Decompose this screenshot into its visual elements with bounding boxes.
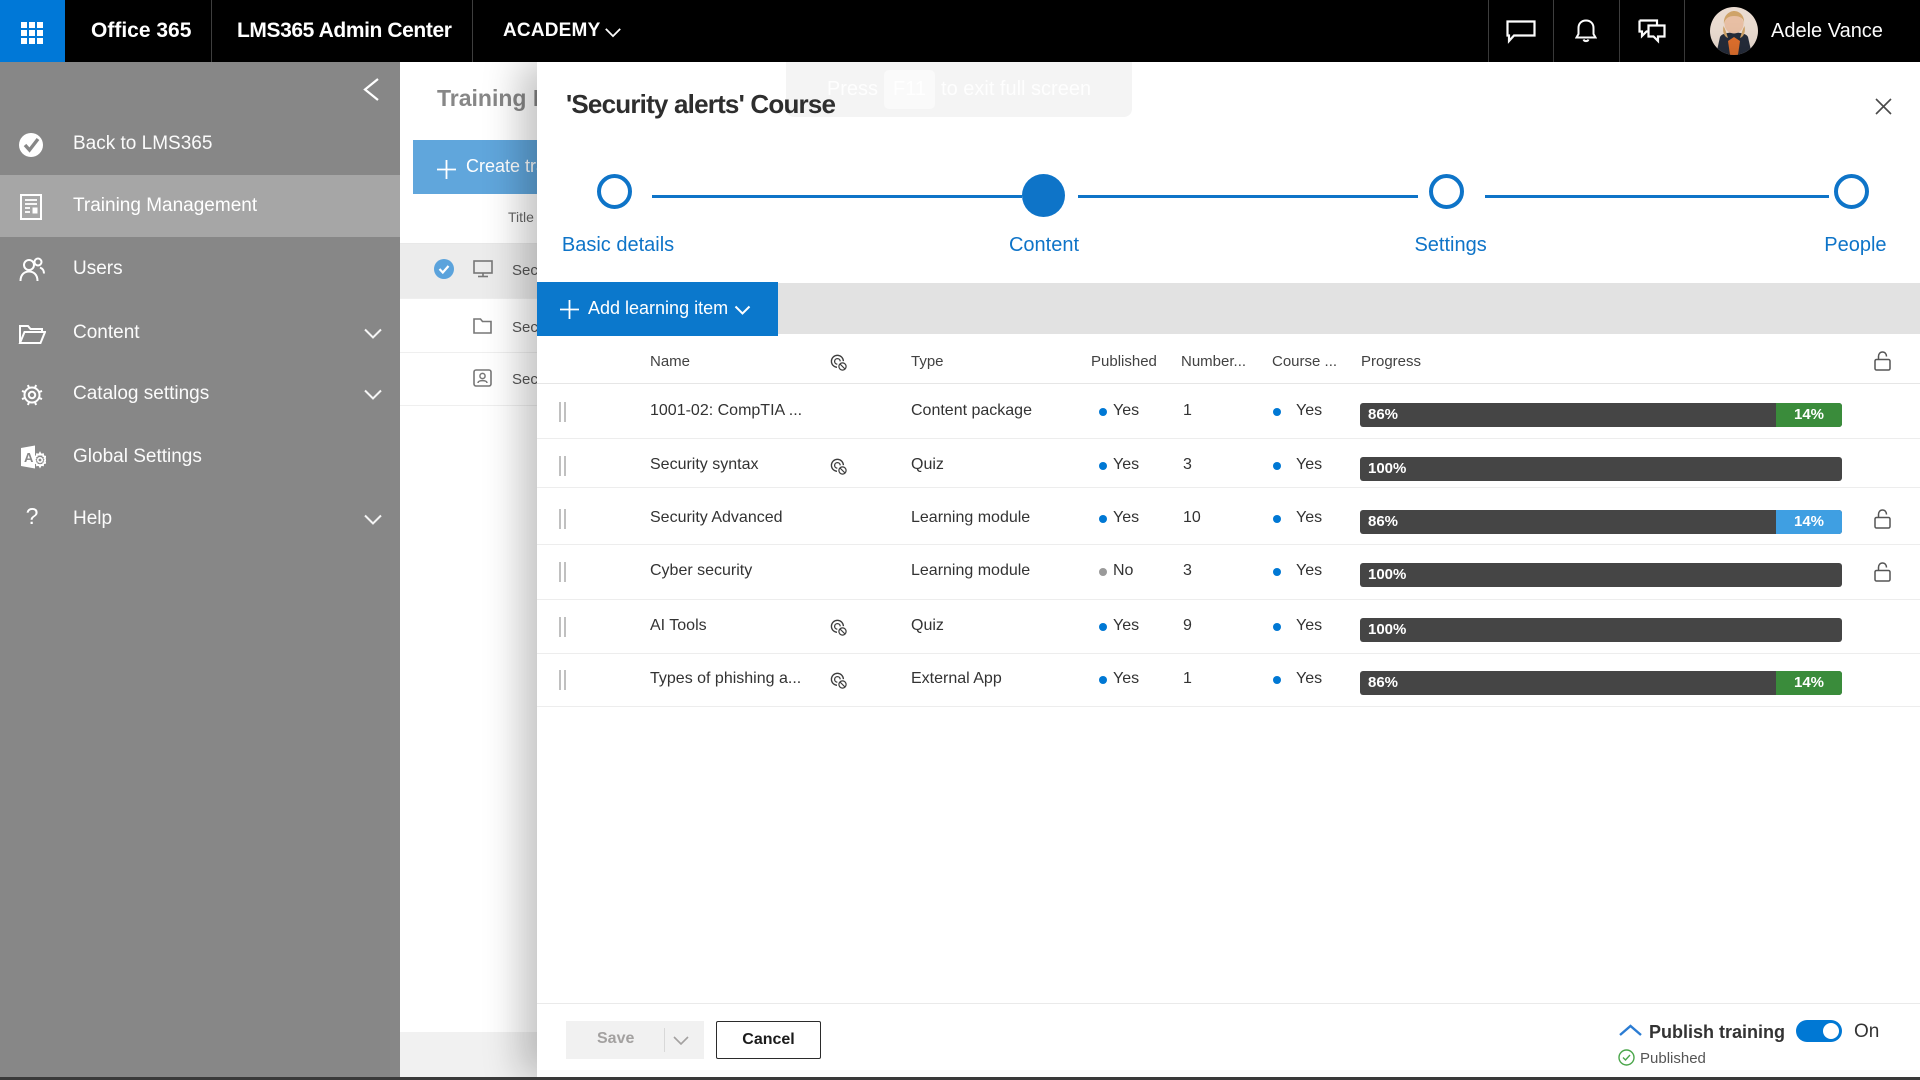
svg-text:A: A xyxy=(24,450,34,465)
